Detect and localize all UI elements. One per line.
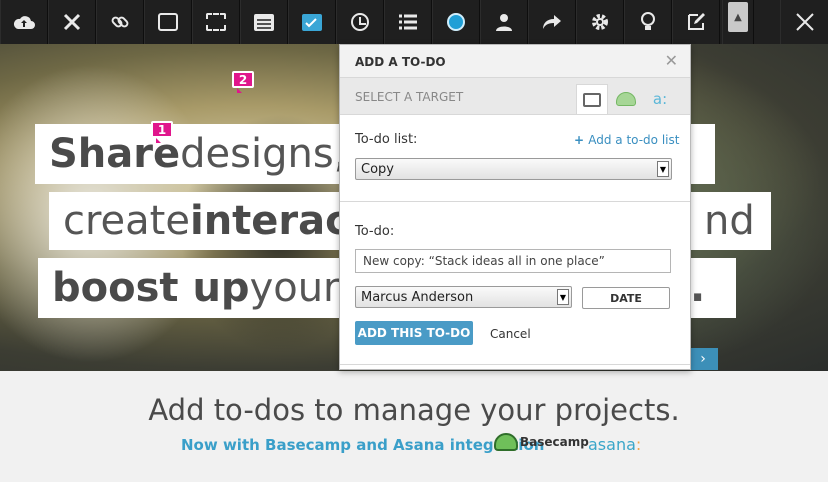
assignee-select[interactable]: Marcus Anderson ▼: [355, 286, 572, 308]
add-todo-list-link[interactable]: + Add a to-do list: [574, 133, 679, 147]
link-icon[interactable]: [96, 0, 144, 44]
add-todo-button[interactable]: ADD THIS TO-DO: [355, 321, 473, 345]
collapse-toolbar-button[interactable]: ▲: [722, 0, 754, 44]
dropdown-caret-icon: ▼: [657, 161, 669, 177]
chevron-up-icon: ▲: [728, 2, 748, 32]
todo-icon[interactable]: [288, 0, 336, 44]
dialog-divider: [340, 201, 690, 202]
todo-label: To-do:: [355, 224, 395, 239]
cloud-upload-icon[interactable]: [0, 0, 48, 44]
todo-list-label: To-do list:: [355, 132, 418, 147]
clock-icon[interactable]: [336, 0, 384, 44]
comment-marker-2[interactable]: 2: [232, 71, 254, 93]
lightbulb-icon[interactable]: [624, 0, 672, 44]
list-icon[interactable]: [384, 0, 432, 44]
assignee-selected: Marcus Anderson: [361, 289, 474, 305]
asana-logo-text: asana: [588, 435, 636, 454]
todo-list-select[interactable]: Copy ▼: [355, 158, 672, 180]
comments-icon: [583, 92, 601, 107]
target-comments-tab[interactable]: [576, 84, 608, 114]
settings-icon[interactable]: [576, 0, 624, 44]
tools-icon[interactable]: [48, 0, 96, 44]
add-todo-dialog: ADD A TO-DO ✕ SELECT A TARGET a: To-do l…: [339, 44, 691, 370]
share-icon[interactable]: [528, 0, 576, 44]
dropdown-caret-icon: ▼: [557, 289, 569, 305]
todo-list-selected: Copy: [361, 161, 394, 177]
user-icon[interactable]: [480, 0, 528, 44]
edit-icon[interactable]: [672, 0, 720, 44]
tagline: Add to-dos to manage your projects.: [148, 393, 680, 427]
asana-icon: a:: [652, 90, 668, 108]
basecamp-mark-icon: [494, 433, 518, 451]
toolbar: ▲: [0, 0, 828, 44]
add-todo-list-text: Add a to-do list: [588, 133, 680, 147]
hero-line-2-text: create: [63, 198, 190, 244]
date-button[interactable]: DATE: [582, 287, 670, 309]
hero-line-3-tail: .: [690, 265, 706, 311]
cancel-button[interactable]: Cancel: [490, 327, 531, 341]
plus-icon: +: [574, 133, 589, 147]
target-selector: SELECT A TARGET a:: [340, 78, 690, 115]
target-basecamp-tab[interactable]: [610, 84, 642, 114]
dialog-title: ADD A TO-DO: [355, 55, 446, 69]
todo-input[interactable]: New copy: “Stack ideas all in one place”: [355, 249, 671, 273]
dialog-header: ADD A TO-DO ✕: [340, 45, 690, 78]
hero-line-3-text: your: [249, 265, 340, 311]
dialog-bottom-divider: [340, 364, 690, 365]
basecamp-logo: Basecamp: [494, 433, 589, 451]
asana-logo-dots: :: [635, 435, 642, 454]
comment-marker-1[interactable]: 1: [151, 121, 173, 143]
target-label: SELECT A TARGET: [355, 90, 464, 104]
notes-icon[interactable]: [240, 0, 288, 44]
basecamp-icon: [616, 92, 636, 106]
color-picker-icon[interactable]: [432, 0, 480, 44]
integration-subline: Now with Basecamp and Asana integration: [181, 436, 545, 454]
next-arrow-icon[interactable]: ›: [688, 348, 718, 370]
basecamp-logo-text: Basecamp: [520, 435, 589, 449]
footer-banner: Add to-dos to manage your projects. Now …: [0, 371, 828, 482]
hero-line-1-text: designs,: [180, 131, 347, 177]
comment-icon[interactable]: [144, 0, 192, 44]
hero-line-2-tail: nd: [704, 198, 755, 244]
target-asana-tab[interactable]: a:: [644, 84, 676, 114]
asana-logo: asana:: [588, 435, 641, 454]
select-area-icon[interactable]: [192, 0, 240, 44]
close-icon[interactable]: [780, 0, 828, 44]
hero-line-2-bold: interac: [189, 198, 349, 244]
hero-line-3-bold: boost up: [52, 265, 250, 311]
close-dialog-icon[interactable]: ✕: [665, 51, 678, 70]
